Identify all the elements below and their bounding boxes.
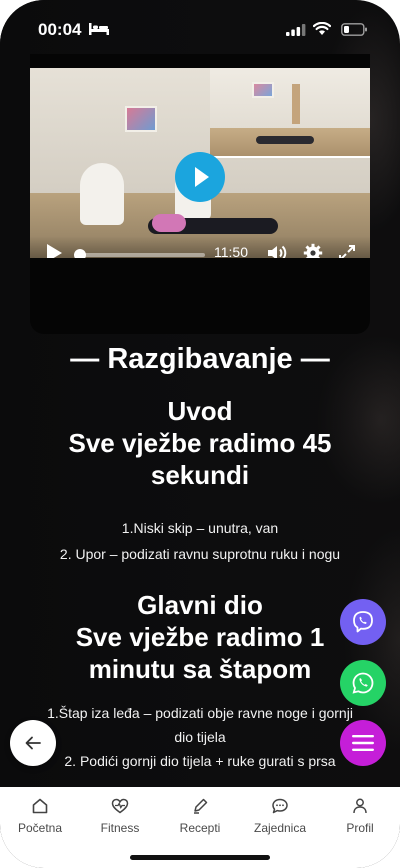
main-title-line1: Glavni dio xyxy=(137,590,263,620)
intro-title: Uvod Sve vježbe radimo 45 sekundi xyxy=(0,395,400,491)
painting-image xyxy=(125,106,157,132)
fullscreen-icon[interactable] xyxy=(338,244,356,258)
video-controls: 11:50 xyxy=(30,236,370,258)
video-card: 11:50 xyxy=(30,54,370,334)
app-screen: 00:04 11:50 — Razgibavanje — Uvod Sve vj… xyxy=(0,0,400,868)
tab-home[interactable]: Početna xyxy=(0,797,80,835)
tab-label: Zajednica xyxy=(253,821,307,835)
chat-icon xyxy=(272,798,288,814)
pen-icon xyxy=(194,798,208,814)
home-icon xyxy=(32,798,48,814)
tab-label: Početna xyxy=(17,821,63,835)
video-thumbnail-divider xyxy=(210,156,370,158)
play-icon[interactable] xyxy=(44,242,64,258)
menu-button[interactable] xyxy=(340,720,386,766)
tab-label: Fitness xyxy=(100,821,140,835)
bed-icon xyxy=(89,23,109,35)
battery-icon xyxy=(341,23,367,36)
progress-knob[interactable] xyxy=(74,249,86,258)
back-button[interactable] xyxy=(10,720,56,766)
list-item: 2. Upor – podizati ravnu suprotnu ruku i… xyxy=(59,546,341,562)
volume-icon[interactable] xyxy=(266,243,288,258)
gear-icon[interactable] xyxy=(303,243,323,258)
tab-profile[interactable]: Profil xyxy=(320,797,400,835)
list-item: 1.Niski skip – unutra, van xyxy=(121,520,279,536)
signal-icon xyxy=(286,24,306,36)
intro-title-line1: Uvod xyxy=(167,396,233,426)
list-item: 1.Štap iza leđa – podizati obje ravne no… xyxy=(47,705,353,745)
section-title: — Razgibavanje — xyxy=(70,343,330,375)
progress-bar[interactable] xyxy=(80,253,205,257)
arrow-left-icon xyxy=(25,736,41,750)
status-time: 00:04 xyxy=(38,20,82,39)
whatsapp-button[interactable] xyxy=(340,660,386,706)
status-bar: 00:04 xyxy=(0,0,400,56)
tab-fitness[interactable]: Fitness xyxy=(80,797,160,835)
intro-title-line2: Sve vježbe radimo 45 sekundi xyxy=(68,428,332,490)
painting-image xyxy=(252,82,274,98)
main-title-line2: Sve vježbe radimo 1 minutu sa štapom xyxy=(75,622,325,684)
lamp-image xyxy=(292,84,300,124)
list-item: 2. Podići gornji dio tijela + ruke gurat… xyxy=(64,753,336,769)
workout-content: — Razgibavanje — Uvod Sve vježbe radimo … xyxy=(0,336,400,788)
big-play-button[interactable] xyxy=(175,152,225,202)
viber-icon xyxy=(353,611,373,633)
whatsapp-icon xyxy=(352,672,374,694)
play-icon xyxy=(195,167,209,187)
video-duration: 11:50 xyxy=(214,244,248,258)
home-indicator xyxy=(130,855,270,860)
chair-image xyxy=(80,163,124,225)
tab-label: Recepti xyxy=(179,821,221,835)
tab-community[interactable]: Zajednica xyxy=(240,797,320,835)
user-icon xyxy=(353,798,367,814)
phone-frame: 00:04 11:50 — Razgibavanje — Uvod Sve vj… xyxy=(0,0,400,868)
heart-pulse-icon xyxy=(111,798,129,814)
video-player[interactable]: 11:50 xyxy=(30,68,370,258)
person-image xyxy=(256,136,314,144)
hamburger-icon xyxy=(352,735,374,751)
viber-button[interactable] xyxy=(340,599,386,645)
intro-exercise-list: 1.Niski skip – unutra, van 2. Upor – pod… xyxy=(0,515,400,567)
person-shirt-image xyxy=(152,214,186,232)
main-title: Glavni dio Sve vježbe radimo 1 minutu sa… xyxy=(0,589,400,685)
tab-recipes[interactable]: Recepti xyxy=(160,797,240,835)
tab-label: Profil xyxy=(346,821,374,835)
wifi-icon xyxy=(313,22,331,35)
